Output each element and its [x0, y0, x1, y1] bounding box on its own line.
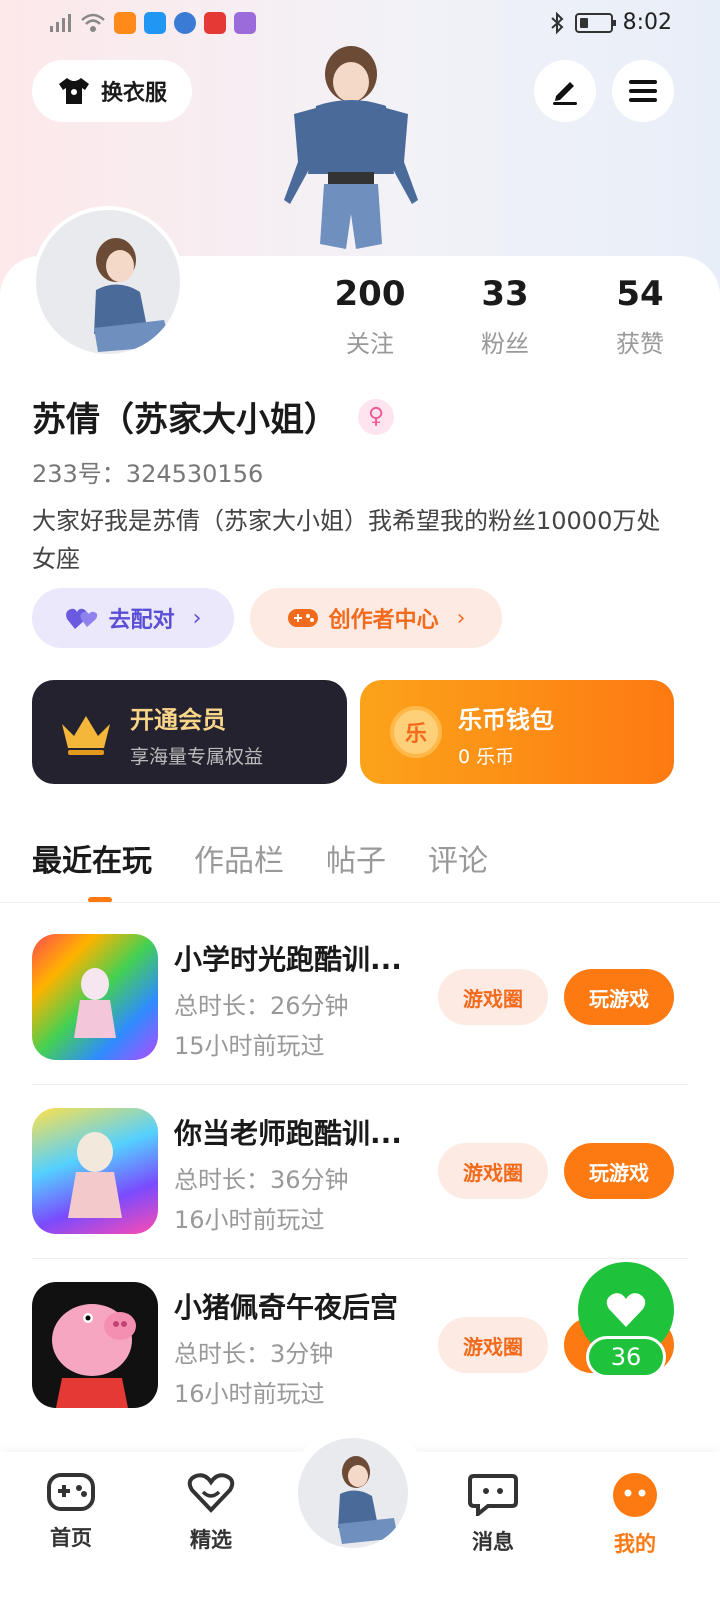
- tabs-divider: [0, 902, 720, 903]
- stat-following[interactable]: 200 关注: [320, 274, 420, 359]
- tab-works[interactable]: 作品栏: [194, 836, 284, 880]
- play-game-button[interactable]: 玩游戏: [564, 969, 674, 1025]
- crown-icon: [62, 716, 110, 755]
- game-thumbnail: [32, 1108, 158, 1234]
- edit-pen-icon: [553, 82, 577, 105]
- search-app-icon: [144, 12, 166, 34]
- edit-profile-button[interactable]: [534, 60, 596, 122]
- match-label: 去配对: [108, 608, 175, 633]
- profile-bio: 大家好我是苏倩（苏家大小姐）我希望我的粉丝10000万处女座: [32, 507, 661, 573]
- gamepad-icon: [47, 1473, 95, 1511]
- game-last-played: 16小时前玩过: [174, 1206, 325, 1234]
- play-game-button[interactable]: 玩游戏: [564, 1143, 674, 1199]
- nav-messages[interactable]: 消息: [448, 1472, 538, 1556]
- coin-wallet-card[interactable]: 乐 乐币钱包 0 乐币: [360, 680, 674, 784]
- shirt-icon: [58, 78, 89, 104]
- vip-subtitle: 享海量专属权益: [130, 746, 264, 768]
- game-circle-button[interactable]: 游戏圈: [438, 1317, 548, 1373]
- profile-stats: 200 关注 33 粉丝 54 获赞: [320, 274, 690, 359]
- avatar[interactable]: [32, 206, 184, 358]
- game-last-played: 16小时前玩过: [174, 1380, 325, 1408]
- female-gender-icon: ♀: [358, 398, 394, 435]
- game-last-played: 15小时前玩过: [174, 1032, 325, 1060]
- smile-face-icon: [613, 1473, 657, 1517]
- avatar-image: [338, 1456, 398, 1544]
- hamburger-menu-icon: [629, 80, 657, 102]
- 3d-avatar-figure[interactable]: [276, 44, 426, 259]
- nav-home-label: 首页: [50, 1526, 92, 1550]
- status-time: 8:02: [622, 10, 672, 35]
- stat-fans-value: 33: [481, 274, 529, 314]
- nav-home[interactable]: 首页: [26, 1472, 116, 1552]
- creator-center-label: 创作者中心: [328, 608, 439, 633]
- game-thumbnail: [32, 934, 158, 1060]
- game-circle-button[interactable]: 游戏圈: [438, 1143, 548, 1199]
- status-bar: 8:02: [0, 0, 720, 48]
- chat-icon: [468, 1474, 518, 1519]
- menu-button[interactable]: [612, 60, 674, 122]
- tab-recently-played[interactable]: 最近在玩: [32, 836, 152, 880]
- nav-featured-label: 精选: [190, 1528, 232, 1552]
- profile-name: 苏倩（苏家大小姐）: [32, 400, 338, 440]
- video-app-icon: [114, 12, 136, 34]
- row-divider: [32, 1084, 688, 1085]
- dress-up-button[interactable]: 换衣服: [32, 60, 192, 122]
- gamepad-icon: [287, 609, 318, 627]
- stat-likes-label: 获赞: [616, 330, 664, 358]
- game-title: 小猪佩奇午夜后宫: [174, 1291, 399, 1324]
- game-row[interactable]: 你当老师跑酷训... 总时长：36分钟 16小时前玩过 游戏圈 玩游戏: [32, 1108, 688, 1282]
- chevron-right-icon: ›: [192, 605, 202, 631]
- dress-up-label: 换衣服: [100, 81, 167, 106]
- center-avatar-button[interactable]: [298, 1438, 408, 1548]
- signal-icon: [50, 14, 71, 32]
- stat-fans-label: 粉丝: [481, 330, 529, 358]
- listen-app-icon: [204, 12, 226, 34]
- stat-fans[interactable]: 33 粉丝: [455, 274, 555, 359]
- tab-comments[interactable]: 评论: [428, 836, 488, 880]
- game-duration: 总时长：3分钟: [174, 1340, 334, 1368]
- heart-outline-icon: [187, 1473, 235, 1513]
- nav-messages-label: 消息: [472, 1530, 514, 1554]
- name-row: 苏倩（苏家大小姐） ♀: [32, 392, 394, 441]
- user-id: 233号：324530156: [32, 460, 264, 488]
- vip-title: 开通会员: [130, 706, 226, 734]
- game-circle-button[interactable]: 游戏圈: [438, 969, 548, 1025]
- game-duration: 总时长：26分钟: [174, 992, 349, 1020]
- music-app-icon: [234, 12, 256, 34]
- like-count: 36: [586, 1336, 666, 1378]
- heart-icon: [606, 1293, 646, 1327]
- battery-icon: [574, 12, 616, 33]
- game-title: 小学时光跑酷训...: [174, 943, 402, 976]
- game-duration: 总时长：36分钟: [174, 1166, 349, 1194]
- nav-mine-label: 我的: [614, 1532, 656, 1556]
- stat-likes[interactable]: 54 获赞: [590, 274, 690, 359]
- status-icons-right: 8:02: [549, 10, 672, 35]
- row-divider: [32, 1258, 688, 1259]
- tab-posts[interactable]: 帖子: [326, 836, 386, 880]
- wifi-icon: [81, 13, 105, 32]
- game-row[interactable]: 小学时光跑酷训... 总时长：26分钟 15小时前玩过 游戏圈 玩游戏: [32, 934, 688, 1108]
- vip-membership-card[interactable]: 开通会员 享海量专属权益: [32, 680, 347, 784]
- wallet-title: 乐币钱包: [458, 706, 554, 734]
- status-icons-left: [48, 12, 256, 34]
- stat-following-label: 关注: [346, 330, 394, 358]
- wallet-balance: 0 乐币: [458, 746, 515, 768]
- chevron-right-icon: ›: [456, 605, 466, 631]
- nav-mine[interactable]: 我的: [590, 1472, 680, 1558]
- stat-following-value: 200: [334, 274, 406, 314]
- double-heart-icon: [65, 608, 97, 629]
- game-thumbnail: [32, 1282, 158, 1408]
- nav-featured[interactable]: 精选: [166, 1472, 256, 1554]
- bluetooth-icon: [550, 11, 564, 34]
- match-button[interactable]: 去配对 ›: [32, 588, 234, 648]
- browser-app-icon: [174, 12, 196, 34]
- game-title: 你当老师跑酷训...: [174, 1117, 402, 1150]
- creator-center-button[interactable]: 创作者中心 ›: [250, 588, 502, 648]
- stat-likes-value: 54: [616, 274, 664, 314]
- coin-icon: 乐: [390, 706, 442, 758]
- profile-tabs: 最近在玩 作品栏 帖子 评论: [32, 836, 488, 880]
